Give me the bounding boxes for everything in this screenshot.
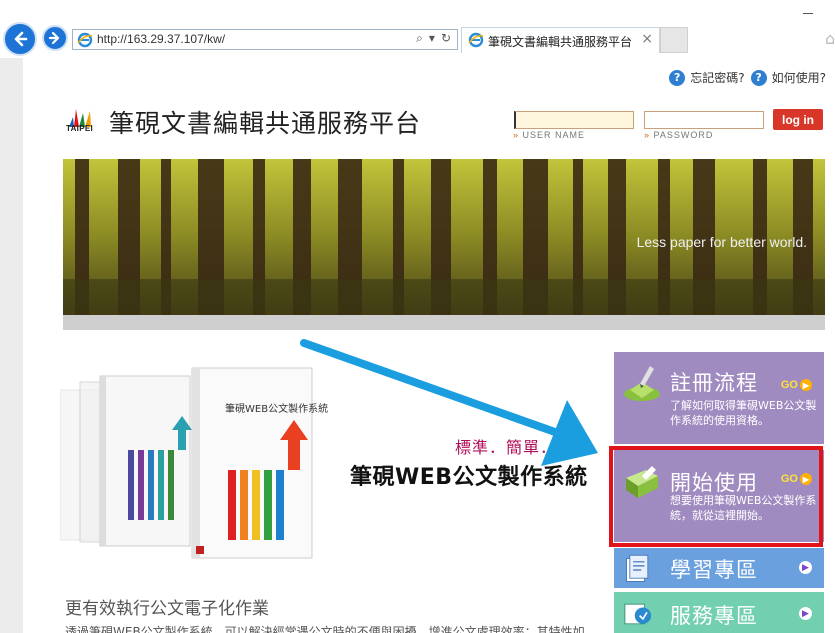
new-tab-button[interactable] (660, 27, 688, 53)
register-icon (624, 366, 660, 401)
register-description: 了解如何取得筆硯WEB公文製作系統的使用資格。 (670, 399, 817, 427)
left-margin-strip (0, 58, 23, 633)
refresh-icon[interactable]: ↻ (441, 31, 451, 46)
learning-zone-card[interactable]: 學習專區 ▶ (614, 548, 824, 588)
register-go[interactable]: GO ▶ (781, 379, 812, 391)
back-button[interactable] (3, 22, 37, 56)
arrow-right-icon[interactable]: ▶ (799, 607, 812, 620)
address-tools: ⌕ ▾ ↻ (416, 31, 451, 46)
url-text: http://163.29.37.107/kw/ (97, 32, 226, 46)
ie-logo-icon (77, 32, 93, 48)
forest-banner: Less paper for better world. (63, 159, 825, 315)
arrow-right-icon[interactable]: ▶ (799, 561, 812, 574)
forward-button[interactable] (42, 25, 68, 51)
arrow-right-icon: ▶ (800, 473, 812, 485)
banner-tagline: Less paper for better world. (636, 234, 807, 250)
start-description: 想要使用筆硯WEB公文製作系統，就從這裡開始。 (670, 494, 817, 522)
service-title: 服務專區 (670, 604, 758, 628)
start-icon (626, 466, 658, 498)
arrow-right-icon (48, 31, 60, 45)
banner-divider (63, 315, 825, 330)
home-icon[interactable]: ⌂ (825, 29, 835, 48)
product-name: 筆硯WEB公文製作系統 (350, 465, 588, 490)
slogan-text: 標準．簡單． (455, 438, 558, 457)
address-bar[interactable]: http://163.29.37.107/kw/ ⌕ ▾ ↻ (72, 29, 458, 50)
box-label: 筆硯WEB公文製作系統 (225, 402, 328, 415)
browser-tab[interactable]: 筆硯文書編輯共通服務平台 × (461, 27, 660, 53)
forgot-password-link[interactable]: 忘記密碼? (690, 69, 744, 86)
password-label: » PASSWORD (644, 130, 714, 140)
help-links: ? 忘記密碼? ? 如何使用? (663, 69, 826, 86)
logo-text: TAIPEI (66, 124, 93, 133)
start-using-card[interactable]: 開始使用 GO ▶ 想要使用筆硯WEB公文製作系統，就從這裡開始。 (614, 450, 824, 542)
tab-title: 筆硯文書編輯共通服務平台 (488, 35, 633, 49)
arrow-left-icon (14, 31, 28, 47)
register-title: 註冊流程 (670, 371, 758, 395)
help-icon: ? (669, 69, 686, 86)
body-text: 透過筆硯WEB公文製作系統，可以解決經常遇公文時的不便與困擾，增進公文處理效率；… (65, 625, 585, 633)
minimize-icon[interactable] (803, 13, 813, 14)
username-input[interactable] (514, 111, 634, 129)
ie-logo-icon (468, 32, 484, 48)
section-heading: 更有效執行公文電子化作業 (65, 599, 269, 619)
learn-title: 學習專區 (670, 558, 758, 582)
register-process-card[interactable]: 註冊流程 GO ▶ 了解如何取得筆硯WEB公文製作系統的使用資格。 (614, 352, 824, 444)
help-icon: ? (750, 69, 767, 86)
service-icon (624, 603, 652, 625)
book-icon (626, 554, 649, 582)
start-go[interactable]: GO ▶ (781, 473, 812, 485)
site-title: 筆硯文書編輯共通服務平台 (109, 109, 422, 138)
how-to-use-link[interactable]: 如何使用? (772, 69, 826, 86)
software-box-icon: 筆硯WEB公文製作系統 (59, 367, 328, 559)
search-icon[interactable]: ⌕ (416, 31, 423, 46)
username-label: » USER NAME (513, 130, 586, 140)
close-tab-icon[interactable]: × (641, 31, 653, 47)
product-box-image: 筆硯WEB公文製作系統 (59, 360, 360, 580)
password-input[interactable] (644, 111, 764, 129)
login-button[interactable]: log in (773, 109, 823, 130)
arrow-right-icon: ▶ (800, 379, 812, 391)
browser-chrome: http://163.29.37.107/kw/ ⌕ ▾ ↻ 筆硯文書編輯共通服… (0, 0, 835, 58)
dropdown-icon[interactable]: ▾ (429, 31, 435, 46)
service-zone-card[interactable]: 服務專區 ▶ (614, 592, 824, 633)
